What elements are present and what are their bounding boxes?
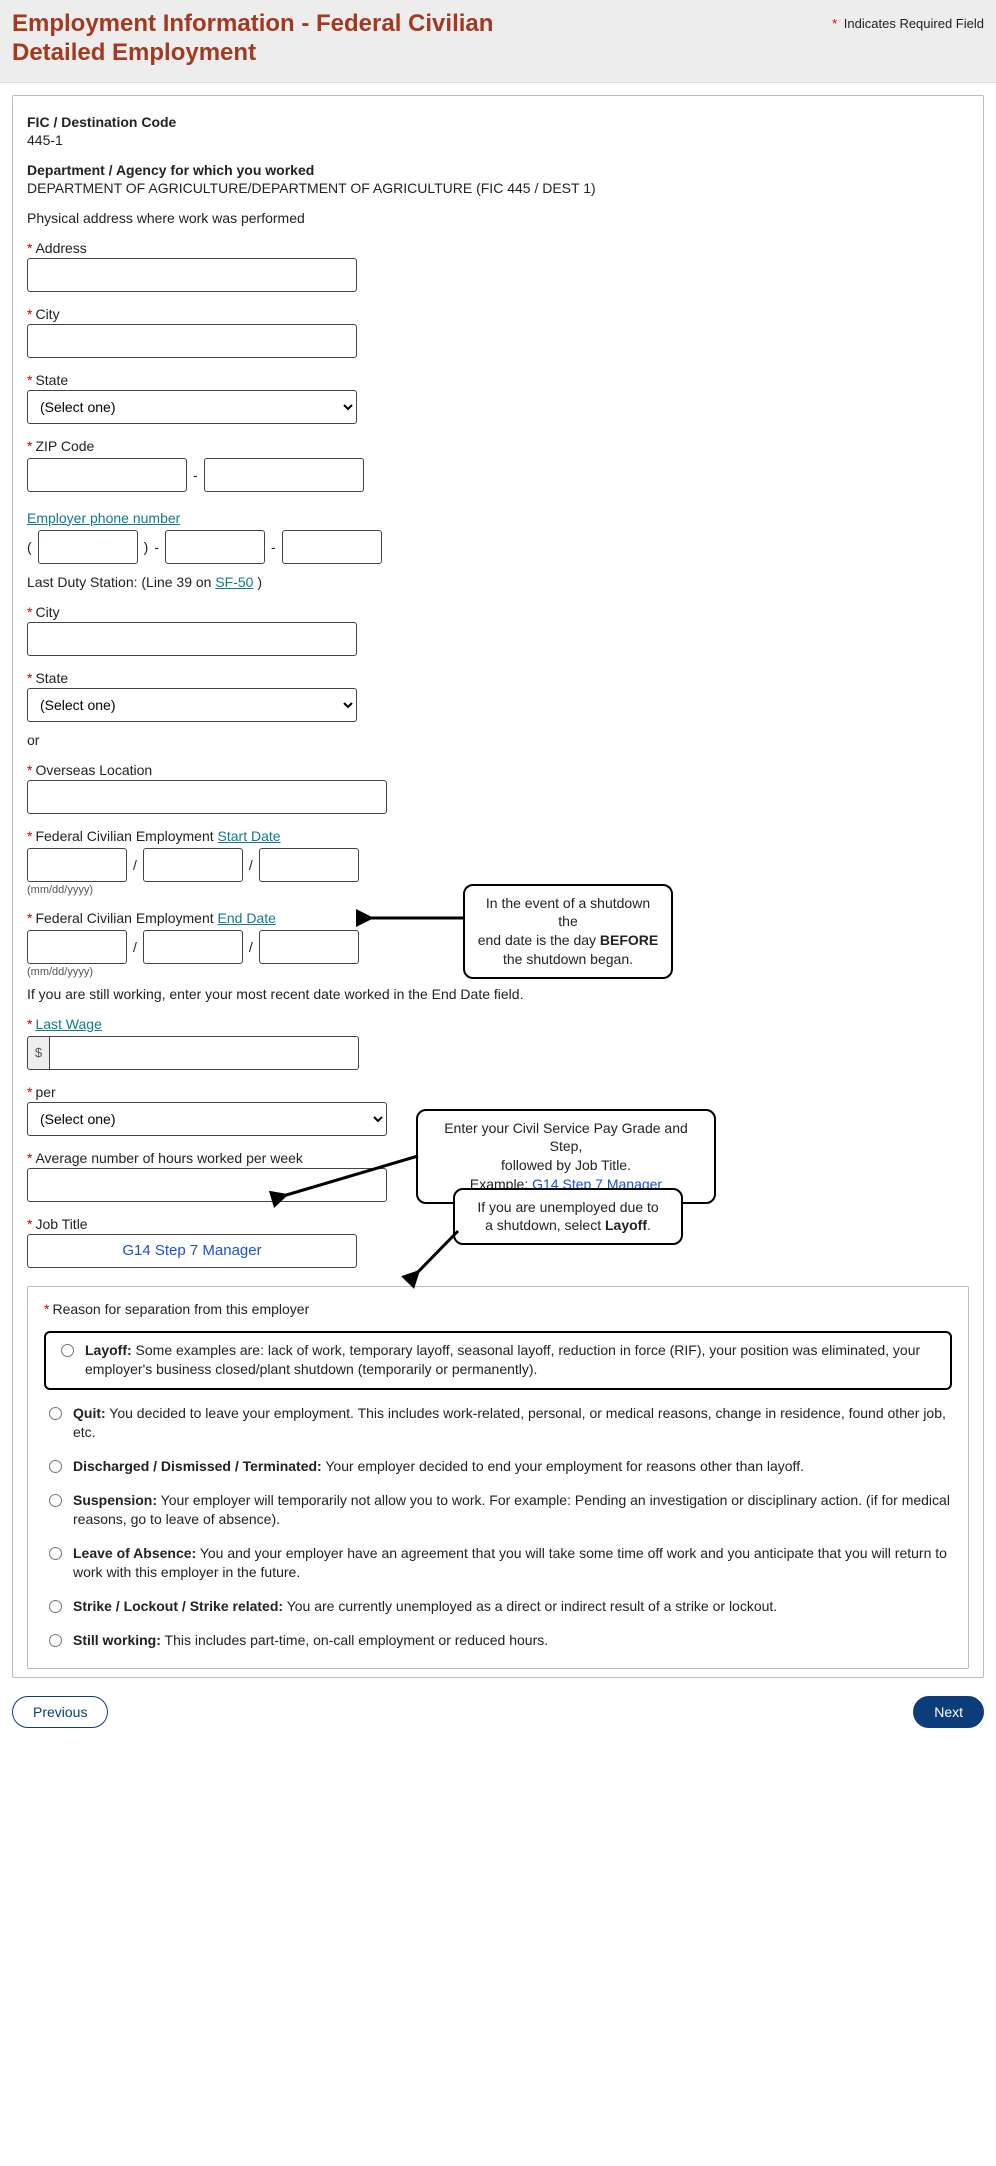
fic-value: 445-1 [27, 132, 969, 148]
required-field-note: * Indicates Required Field [832, 10, 984, 31]
reason-option-suspension[interactable]: Suspension: Your employer will temporari… [44, 1491, 952, 1530]
last-wage-label: *Last Wage [27, 1016, 969, 1032]
annotation-layoff: If you are unemployed due to a shutdown,… [453, 1188, 683, 1246]
dept-label: Department / Agency for which you worked [27, 162, 969, 178]
page-title: Employment Information - Federal Civilia… [12, 10, 572, 68]
required-star-icon: * [832, 16, 837, 31]
form-panel: FIC / Destination Code 445-1 Department … [12, 95, 984, 1679]
physical-address-heading: Physical address where work was performe… [27, 210, 969, 226]
last-duty-station-label: Last Duty Station: (Line 39 on SF-50 ) [27, 574, 969, 590]
previous-button[interactable]: Previous [12, 1696, 108, 1728]
reason-radio-still-working[interactable] [49, 1634, 62, 1647]
reason-radio-discharged[interactable] [49, 1460, 62, 1473]
overseas-label: *Overseas Location [27, 762, 969, 778]
reason-radio-loa[interactable] [49, 1547, 62, 1560]
annotation-end-date: In the event of a shutdown the end date … [463, 884, 673, 980]
zip-input-1[interactable] [27, 458, 187, 492]
start-date-label: *Federal Civilian Employment Start Date [27, 828, 969, 844]
last-wage-link[interactable]: Last Wage [35, 1016, 101, 1032]
last-wage-input[interactable] [49, 1036, 359, 1070]
dollar-icon: $ [27, 1036, 49, 1070]
end-month-input[interactable] [27, 930, 127, 964]
end-day-input[interactable] [143, 930, 243, 964]
city-input[interactable] [27, 324, 357, 358]
phone-sep-2: - [271, 539, 276, 555]
phone-area-input[interactable] [38, 530, 138, 564]
per-label: *per [27, 1084, 969, 1100]
reason-radio-suspension[interactable] [49, 1494, 62, 1507]
duty-state-select[interactable]: (Select one) [27, 688, 357, 722]
reason-radio-quit[interactable] [49, 1407, 62, 1420]
phone-paren-open: ( [27, 539, 32, 555]
phone-sep-1: - [154, 539, 159, 555]
reason-radio-layoff[interactable] [61, 1344, 74, 1357]
start-year-input[interactable] [259, 848, 359, 882]
address-input[interactable] [27, 258, 357, 292]
required-note-text: Indicates Required Field [840, 16, 984, 31]
state-label: *State [27, 372, 969, 388]
or-label: or [27, 732, 969, 748]
zip-label: *ZIP Code [27, 438, 969, 454]
zip-input-2[interactable] [204, 458, 364, 492]
next-button[interactable]: Next [913, 1696, 984, 1728]
start-day-input[interactable] [143, 848, 243, 882]
reason-option-strike[interactable]: Strike / Lockout / Strike related: You a… [44, 1597, 952, 1617]
phone-line-input[interactable] [282, 530, 382, 564]
avg-hours-input[interactable] [27, 1168, 387, 1202]
start-month-input[interactable] [27, 848, 127, 882]
phone-prefix-input[interactable] [165, 530, 265, 564]
duty-city-input[interactable] [27, 622, 357, 656]
start-date-link[interactable]: Start Date [218, 828, 281, 844]
end-date-link[interactable]: End Date [218, 910, 276, 926]
city-label: *City [27, 306, 969, 322]
dept-value: DEPARTMENT OF AGRICULTURE/DEPARTMENT OF … [27, 180, 969, 196]
duty-city-label: *City [27, 604, 969, 620]
state-select[interactable]: (Select one) [27, 390, 357, 424]
job-title-input[interactable] [27, 1234, 357, 1268]
end-year-input[interactable] [259, 930, 359, 964]
reason-option-quit[interactable]: Quit: You decided to leave your employme… [44, 1404, 952, 1443]
footer-nav: Previous Next [0, 1690, 996, 1746]
reason-option-layoff[interactable]: Layoff: Some examples are: lack of work,… [44, 1331, 952, 1390]
fic-label: FIC / Destination Code [27, 114, 969, 130]
reason-panel: *Reason for separation from this employe… [27, 1286, 969, 1670]
reason-radio-strike[interactable] [49, 1600, 62, 1613]
per-select[interactable]: (Select one) [27, 1102, 387, 1136]
sf50-link[interactable]: SF-50 [215, 574, 253, 590]
zip-separator: - [193, 467, 198, 483]
address-label: *Address [27, 240, 969, 256]
duty-state-label: *State [27, 670, 969, 686]
reason-option-still-working[interactable]: Still working: This includes part-time, … [44, 1631, 952, 1651]
reason-option-discharged[interactable]: Discharged / Dismissed / Terminated: You… [44, 1457, 952, 1477]
overseas-input[interactable] [27, 780, 387, 814]
page-header: Employment Information - Federal Civilia… [0, 0, 996, 83]
still-working-note: If you are still working, enter your mos… [27, 986, 969, 1002]
phone-paren-close: ) [144, 539, 149, 555]
reason-heading: *Reason for separation from this employe… [44, 1301, 952, 1317]
employer-phone-link[interactable]: Employer phone number [27, 510, 180, 526]
reason-option-leave-of-absence[interactable]: Leave of Absence: You and your employer … [44, 1544, 952, 1583]
